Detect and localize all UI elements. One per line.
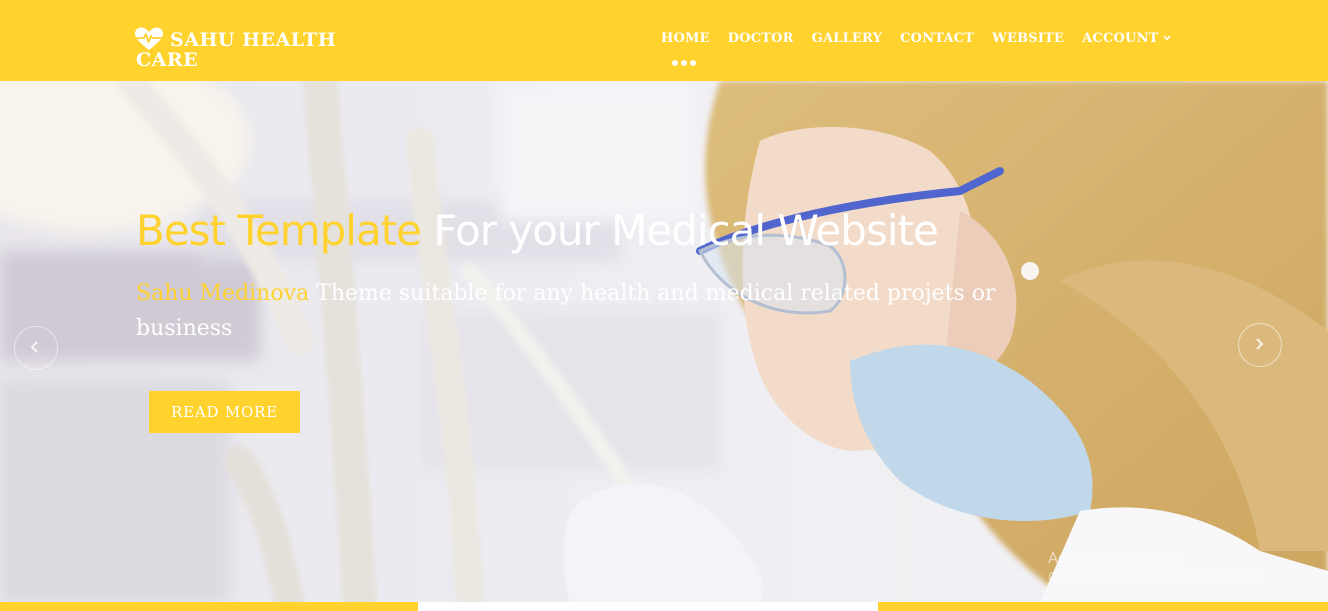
brand-logo[interactable]: SAHU HEALTH CARE: [134, 27, 364, 71]
hero-title: Best Template For your Medical Website: [136, 204, 939, 258]
hero-title-accent: Best Template: [136, 206, 422, 255]
windows-activation-watermark: Activate Windows Go to Settings to activ…: [1048, 549, 1263, 585]
brand-name-line2: CARE: [136, 49, 199, 71]
nav-item-home[interactable]: HOME: [661, 30, 710, 48]
watermark-subtitle: Go to Settings to activate Windows.: [1048, 570, 1263, 584]
heart-pulse-icon: [135, 27, 163, 50]
watermark-title: Activate Windows: [1048, 549, 1182, 567]
feature-strip-middle: [418, 602, 878, 611]
nav-item-doctor[interactable]: DOCTOR: [728, 30, 794, 48]
hero-title-rest: For your Medical Website: [433, 206, 938, 255]
navbar: SAHU HEALTH CARE HOME DOCTOR GALLERY CON…: [0, 0, 1328, 81]
hero-subtitle-accent: Sahu Medinova: [136, 281, 310, 306]
hero-carousel: Best Template For your Medical Website S…: [0, 81, 1328, 602]
hero-subtitle: Sahu Medinova Theme suitable for any hea…: [136, 276, 1016, 346]
chevron-down-icon: [1162, 35, 1171, 41]
nav-item-account[interactable]: ACCOUNT: [1082, 30, 1171, 48]
chevron-left-icon: [30, 341, 38, 353]
chevron-right-icon: [1256, 338, 1264, 350]
page: SAHU HEALTH CARE HOME DOCTOR GALLERY CON…: [0, 0, 1328, 611]
carousel-prev-button[interactable]: [14, 326, 58, 370]
indicator-dot: [690, 60, 696, 66]
indicator-dot: [672, 60, 678, 66]
feature-strip-right: [878, 602, 1328, 611]
nav-item-website[interactable]: WEBSITE: [992, 30, 1064, 48]
read-more-button[interactable]: READ MORE: [149, 391, 300, 433]
feature-strip-left: [0, 602, 418, 611]
active-indicator: [672, 60, 696, 66]
carousel-next-button[interactable]: [1238, 323, 1282, 367]
indicator-dot: [681, 60, 687, 66]
main-nav: HOME DOCTOR GALLERY CONTACT WEBSITE ACCO…: [661, 30, 1171, 48]
nav-item-contact[interactable]: CONTACT: [900, 30, 974, 48]
nav-item-gallery[interactable]: GALLERY: [812, 30, 882, 48]
nav-item-account-label: ACCOUNT: [1082, 31, 1159, 46]
